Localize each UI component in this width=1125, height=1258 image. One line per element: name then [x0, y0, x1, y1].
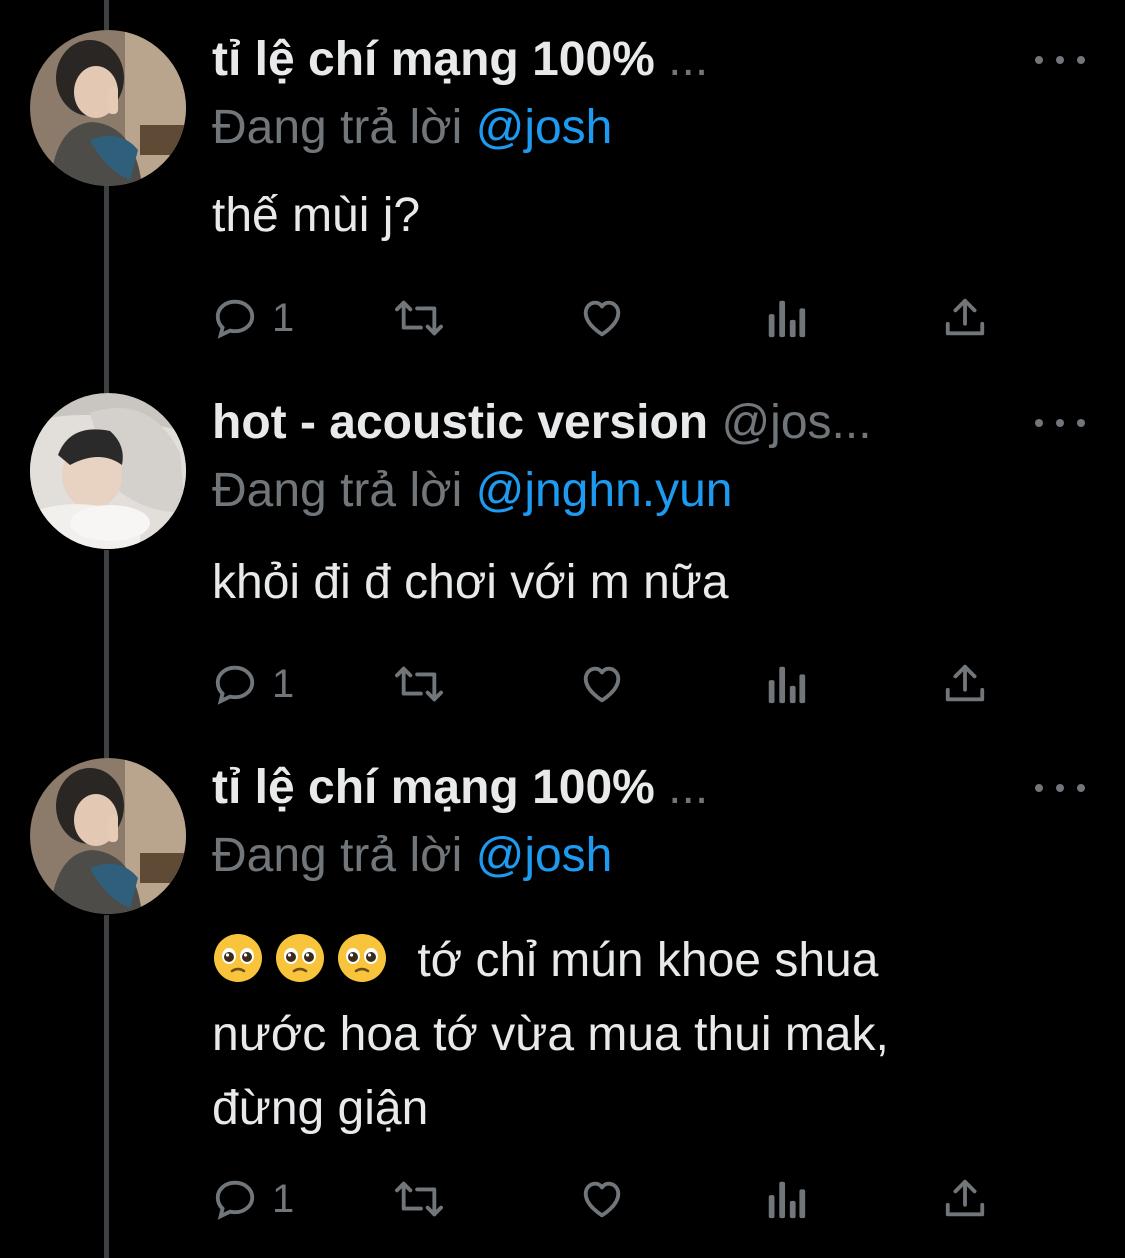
tweet-text-line: đừng giận [212, 1082, 429, 1135]
replying-to: Đang trả lời @jnghn.yun [212, 461, 733, 521]
mention-link[interactable]: @josh [476, 101, 613, 154]
views-button[interactable] [764, 654, 808, 714]
replying-to-label: Đang trả lời [212, 829, 463, 882]
action-bar: 1 [212, 654, 1012, 714]
mention-link[interactable]: @josh [476, 829, 613, 882]
tweet[interactable]: hot - acoustic version @jos... Đang trả … [0, 393, 1125, 723]
tweet[interactable]: tỉ lệ chí mạng 100% ... Đang trả lời @jo… [0, 30, 1125, 360]
replying-to-label: Đang trả lời [212, 101, 463, 154]
action-bar: 1 [212, 1169, 1012, 1229]
like-icon [578, 1176, 626, 1222]
pleading-face-emoji [336, 932, 388, 984]
views-button[interactable] [764, 288, 808, 348]
tweet-text: tớ chỉ mún khoe shua nước hoa tớ vừa mua… [212, 924, 1072, 1146]
more-icon[interactable] [1035, 411, 1085, 435]
reply-icon [212, 295, 258, 341]
share-button[interactable] [942, 1169, 988, 1229]
tweet-header: tỉ lệ chí mạng 100% ... [212, 30, 1015, 90]
reply-button[interactable]: 1 [212, 288, 294, 348]
display-name[interactable]: tỉ lệ chí mạng 100% [212, 33, 655, 86]
retweet-icon [392, 1176, 446, 1222]
username[interactable]: ... [668, 33, 708, 86]
views-icon [764, 661, 808, 707]
share-icon [942, 661, 988, 707]
like-button[interactable] [578, 288, 626, 348]
views-icon [764, 295, 808, 341]
reply-button[interactable]: 1 [212, 654, 294, 714]
pleading-face-emoji [274, 932, 326, 984]
retweet-button[interactable] [392, 654, 446, 714]
display-name[interactable]: hot - acoustic version [212, 396, 708, 449]
reply-count: 1 [272, 295, 295, 340]
replying-to: Đang trả lời @josh [212, 826, 612, 886]
retweet-button[interactable] [392, 1169, 446, 1229]
tweet[interactable]: tỉ lệ chí mạng 100% ... Đang trả lời @jo… [0, 758, 1125, 1248]
reply-icon [212, 1176, 258, 1222]
tweet-header: tỉ lệ chí mạng 100% ... [212, 758, 1015, 818]
share-icon [942, 295, 988, 341]
share-icon [942, 1176, 988, 1222]
views-icon [764, 1176, 808, 1222]
retweet-icon [392, 661, 446, 707]
tweet-text: khỏi đi đ chơi với m nữa [212, 556, 729, 609]
username[interactable]: ... [668, 761, 708, 814]
tweet-header: hot - acoustic version @jos... [212, 393, 1015, 453]
tweet-text-line: tớ chỉ mún khoe shua [212, 924, 1072, 998]
avatar[interactable] [30, 393, 186, 549]
reply-icon [212, 661, 258, 707]
reply-button[interactable]: 1 [212, 1169, 294, 1229]
share-button[interactable] [942, 288, 988, 348]
display-name[interactable]: tỉ lệ chí mạng 100% [212, 761, 655, 814]
share-button[interactable] [942, 654, 988, 714]
replying-to: Đang trả lời @josh [212, 98, 612, 158]
action-bar: 1 [212, 288, 1012, 348]
avatar[interactable] [30, 30, 186, 186]
more-icon[interactable] [1035, 776, 1085, 800]
tweet-text-segment: tớ chỉ mún khoe shua [417, 934, 879, 987]
reply-count: 1 [272, 1176, 295, 1221]
mention-link[interactable]: @jnghn.yun [476, 464, 733, 517]
like-button[interactable] [578, 1169, 626, 1229]
like-icon [578, 295, 626, 341]
username[interactable]: @jos... [721, 396, 871, 449]
retweet-icon [392, 295, 446, 341]
replying-to-label: Đang trả lời [212, 464, 463, 517]
pleading-face-emoji [212, 932, 264, 984]
like-button[interactable] [578, 654, 626, 714]
tweet-text-line: nước hoa tớ vừa mua thui mak, [212, 1008, 889, 1061]
avatar[interactable] [30, 758, 186, 914]
retweet-button[interactable] [392, 288, 446, 348]
like-icon [578, 661, 626, 707]
more-icon[interactable] [1035, 48, 1085, 72]
reply-count: 1 [272, 661, 295, 706]
tweet-text: thế mùi j? [212, 189, 421, 242]
thread-line [104, 0, 109, 30]
views-button[interactable] [764, 1169, 808, 1229]
